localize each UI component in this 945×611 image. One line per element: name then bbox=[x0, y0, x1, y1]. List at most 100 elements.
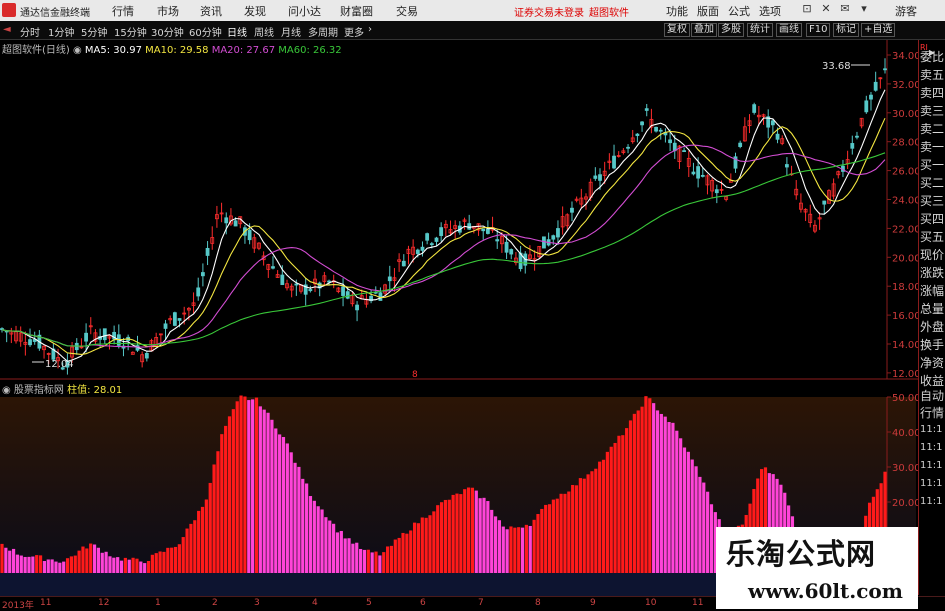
indicator-bar bbox=[224, 425, 228, 573]
indicator-bar bbox=[601, 459, 606, 573]
price-axis-label: 20.00 bbox=[892, 253, 921, 264]
ma-line-20 bbox=[1, 144, 886, 348]
indicator-bar bbox=[528, 525, 532, 573]
indicator-bar bbox=[555, 498, 559, 573]
panel-label-ask2: 卖二 bbox=[920, 122, 945, 136]
candle-body bbox=[593, 175, 598, 179]
indicator-bar bbox=[19, 555, 23, 573]
candle-body bbox=[341, 286, 345, 296]
panel-label-volume: 总量 bbox=[920, 302, 945, 316]
candle-body bbox=[481, 228, 486, 232]
indicator-bar bbox=[351, 543, 355, 573]
indicator-bar bbox=[139, 561, 143, 573]
candle-body bbox=[504, 241, 509, 253]
indicator-bar bbox=[405, 533, 409, 573]
kline-chart[interactable]: 34.00 32.00 30.00 28.00 26.00 24.00 22.00 20.00… bbox=[0, 0, 945, 609]
indicator-bar bbox=[170, 547, 174, 573]
candle-body bbox=[420, 246, 425, 251]
price-axis-label: 28.00 bbox=[892, 138, 921, 149]
ma-line-10 bbox=[1, 117, 886, 355]
indicator-bar bbox=[536, 514, 540, 573]
indicator-bar bbox=[189, 523, 193, 573]
indicator-bar bbox=[428, 515, 432, 573]
candle-body bbox=[644, 108, 649, 111]
indicator-bar bbox=[281, 437, 286, 573]
indicator-axis-label: 40.00 bbox=[892, 428, 921, 439]
indicator-bar bbox=[463, 489, 467, 573]
date-label: 7 bbox=[478, 598, 484, 608]
indicator-bar bbox=[370, 552, 374, 573]
indicator-bar bbox=[200, 506, 205, 573]
indicator-bar bbox=[679, 438, 683, 573]
indicator-bar bbox=[432, 511, 436, 573]
candle-body bbox=[196, 287, 201, 297]
indicator-bar bbox=[389, 545, 394, 573]
indicator-settings-icon[interactable]: ◉ bbox=[2, 385, 11, 396]
indicator-bar bbox=[46, 559, 50, 573]
indicator-bar bbox=[466, 487, 471, 573]
indicator-bar bbox=[571, 484, 575, 573]
indicator-bar bbox=[343, 538, 347, 573]
candle-body bbox=[658, 129, 663, 132]
candle-body bbox=[355, 304, 359, 311]
indicator-bar bbox=[58, 562, 62, 573]
candle-body bbox=[415, 249, 420, 255]
candle-body bbox=[233, 220, 238, 227]
indicator-bar bbox=[362, 549, 367, 573]
indicator-bar bbox=[439, 502, 444, 573]
ma-line-60 bbox=[1, 152, 886, 347]
candle-body bbox=[401, 260, 406, 267]
indicator-bar bbox=[486, 501, 490, 573]
indicator-bar bbox=[605, 451, 609, 573]
indicator-bar bbox=[443, 499, 448, 573]
indicator-bar bbox=[15, 554, 20, 573]
indicator-bar bbox=[227, 416, 232, 573]
high-price-label: 33.68 bbox=[822, 61, 851, 72]
panel-label-bid4: 买四 bbox=[920, 212, 945, 226]
date-label: 2013年 bbox=[2, 601, 34, 611]
indicator-bar bbox=[258, 406, 262, 573]
indicator-bar bbox=[544, 504, 548, 573]
candle-body bbox=[556, 228, 560, 238]
panel-auto-label[interactable]: 自动 bbox=[920, 387, 944, 404]
candle-body bbox=[691, 171, 696, 175]
indicator-bar bbox=[682, 447, 687, 573]
indicator-bar bbox=[497, 520, 502, 573]
date-label: 1 bbox=[155, 598, 161, 608]
indicator-bar bbox=[231, 409, 235, 573]
ma5-label: MA5: 30.97 bbox=[84, 45, 142, 56]
indicator-bar bbox=[135, 558, 139, 573]
panel-detail-label[interactable]: 行情 bbox=[920, 404, 944, 421]
panel-label-price: 现价 bbox=[920, 248, 945, 262]
candle-body bbox=[434, 237, 439, 242]
indicator-bar bbox=[274, 428, 278, 573]
indicator-bar bbox=[127, 559, 131, 573]
candle-body bbox=[485, 228, 490, 234]
candle-body bbox=[205, 247, 210, 256]
indicator-bar bbox=[235, 401, 239, 573]
indicator-bar bbox=[628, 420, 633, 573]
ma10-label: MA10: 29.58 bbox=[145, 45, 209, 56]
indicator-name[interactable]: 股票指标网 bbox=[14, 385, 64, 396]
indicator-bar bbox=[270, 419, 274, 573]
indicator-bar bbox=[293, 462, 297, 573]
indicator-bar bbox=[493, 516, 498, 573]
price-axis-label: 22.00 bbox=[892, 224, 921, 235]
indicator-bar bbox=[312, 500, 316, 573]
indicator-bar bbox=[243, 396, 247, 573]
indicator-bar bbox=[675, 430, 679, 573]
indicator-bar bbox=[702, 482, 706, 573]
indicator-bar bbox=[420, 517, 424, 573]
indicator-bar bbox=[709, 504, 714, 573]
indicator-bar bbox=[694, 466, 698, 573]
indicator-bar bbox=[27, 556, 31, 573]
indicator-bar bbox=[208, 482, 212, 573]
indicator-bar bbox=[89, 543, 93, 573]
indicator-bar bbox=[470, 487, 475, 573]
settings-icon[interactable]: ◉ bbox=[73, 45, 82, 56]
candle-body bbox=[177, 318, 182, 321]
indicator-bar bbox=[204, 499, 208, 573]
indicator-bar bbox=[636, 410, 640, 573]
candle-body bbox=[144, 352, 149, 359]
panel-label-bid5: 买五 bbox=[920, 230, 945, 244]
